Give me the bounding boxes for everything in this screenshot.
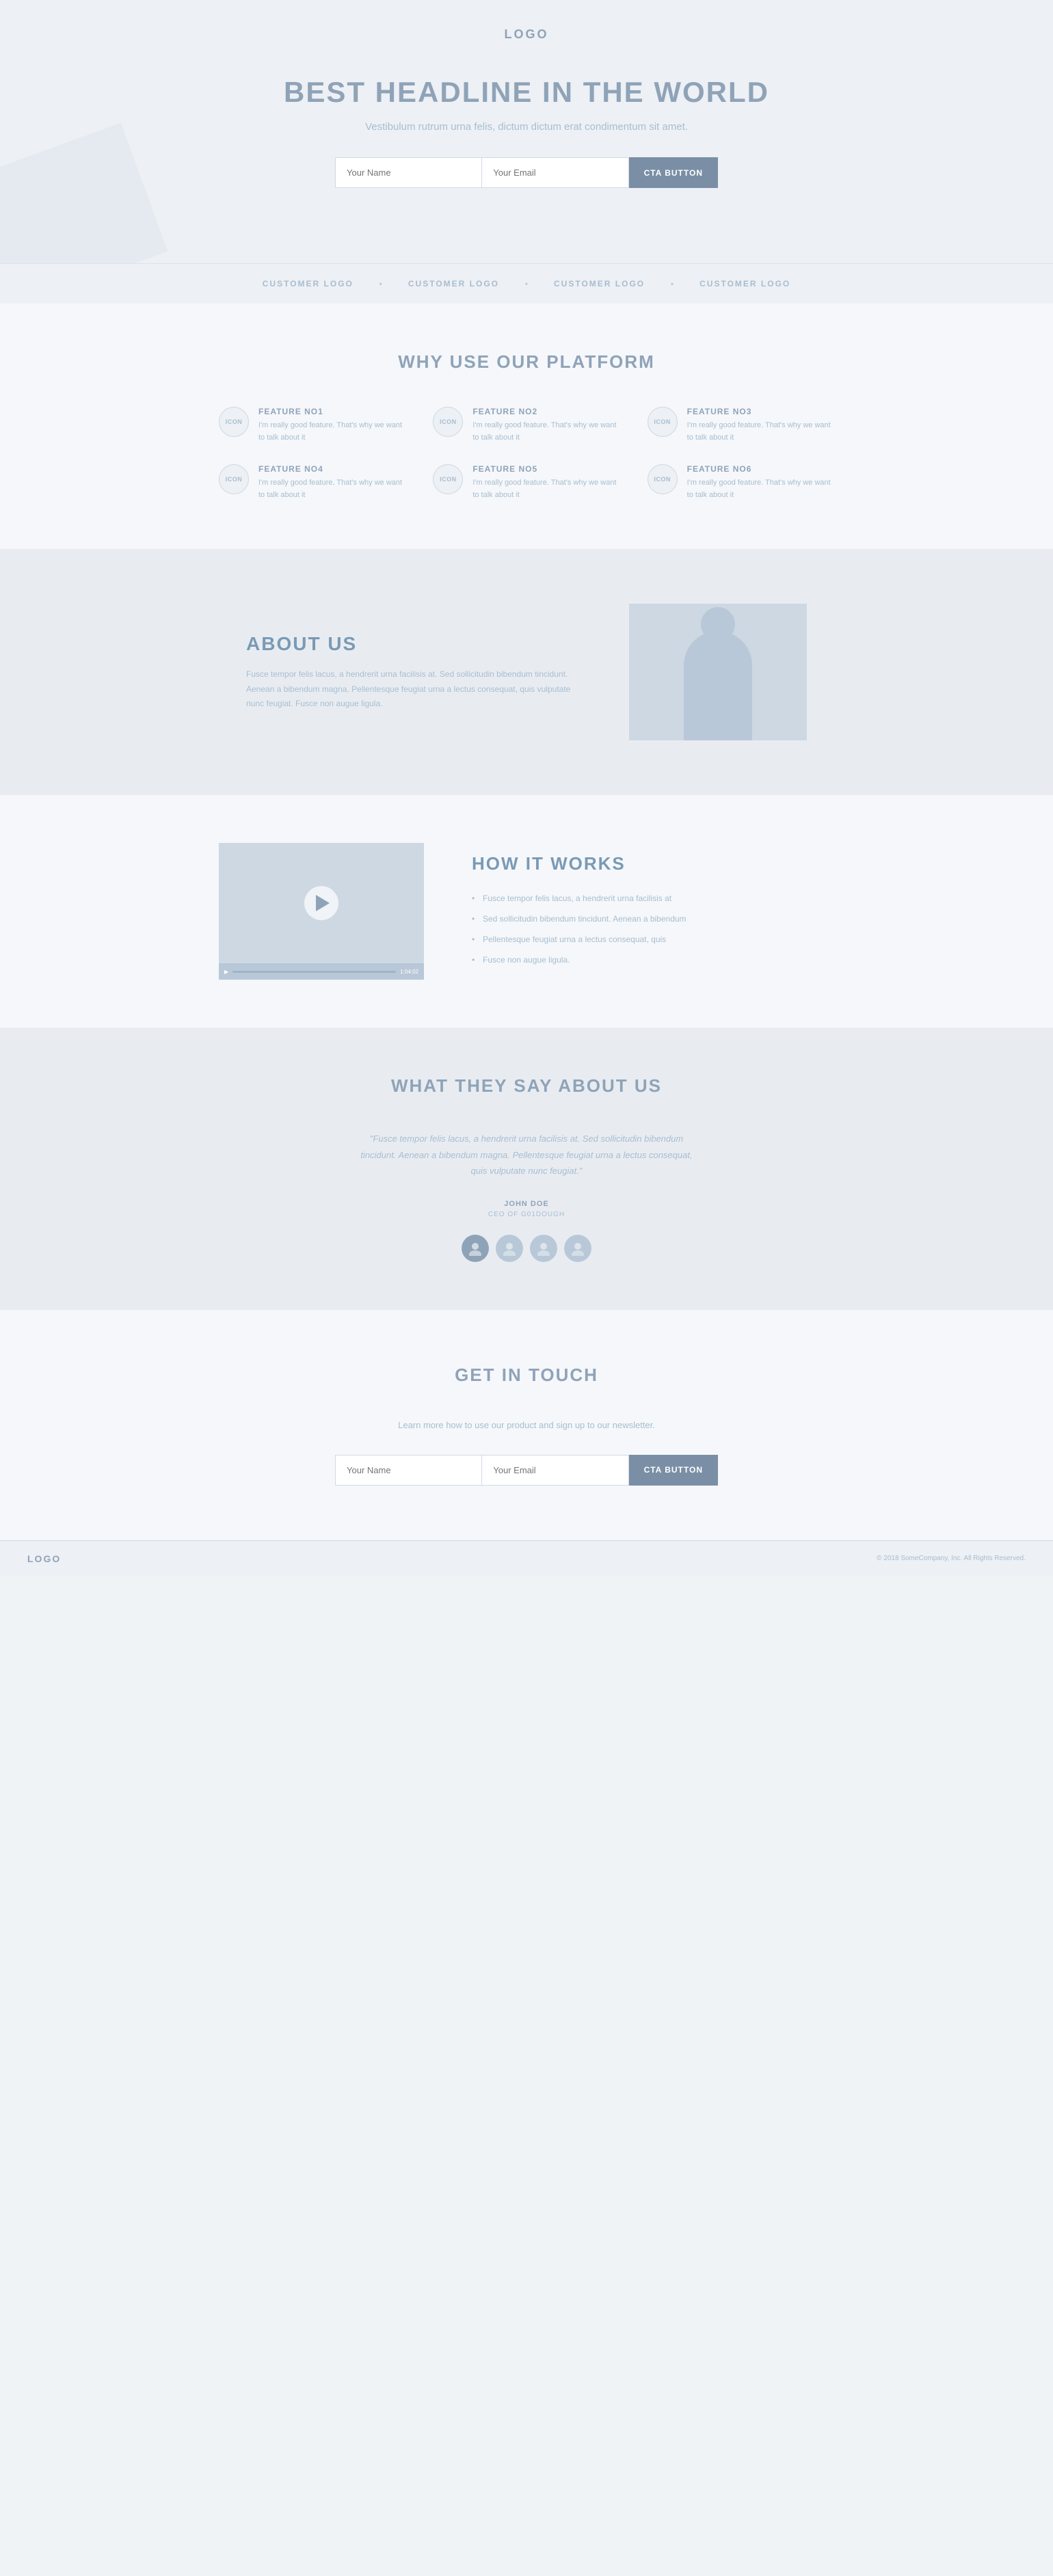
feature-desc-3: I'm really good feature. That's why we w… <box>687 420 834 444</box>
testimonial-quote: "Fusce tempor felis lacus, a hendrerit u… <box>356 1131 697 1179</box>
howitworks-content: HOW IT WORKS Fusce tempor felis lacus, a… <box>472 853 834 970</box>
feature-desc-6: I'm really good feature. That's why we w… <box>687 477 834 501</box>
contact-name-input[interactable] <box>335 1455 481 1486</box>
avatar-4[interactable] <box>564 1235 591 1262</box>
footer-copyright: © 2018 SomeCompany, Inc. All Rights Rese… <box>877 1555 1026 1562</box>
howitworks-title: HOW IT WORKS <box>472 853 834 874</box>
testimonials-section: WHAT THEY SAY ABOUT US "Fusce tempor fel… <box>0 1028 1053 1309</box>
person-silhouette-left <box>636 665 684 740</box>
about-section: ABOUT US Fusce tempor felis lacus, a hen… <box>0 549 1053 795</box>
video-time: 1:04:02 <box>400 969 418 975</box>
hero-form: CTA BUTTON <box>335 157 718 188</box>
feature-icon-2: ICON <box>433 407 463 437</box>
avatar-3[interactable] <box>530 1235 557 1262</box>
howitworks-item-1: Fusce tempor felis lacus, a hendrerit ur… <box>472 888 834 909</box>
hero-subtext: Vestibulum rutrum urna felis, dictum dic… <box>14 121 1039 133</box>
features-section: WHY USE OUR PLATFORM ICON FEATURE NO1 I'… <box>0 304 1053 549</box>
about-text: Fusce tempor felis lacus, a hendrerit ur… <box>246 667 574 712</box>
contact-section-title: GET IN TOUCH <box>27 1365 1026 1386</box>
about-title: ABOUT US <box>246 633 574 655</box>
feature-item-4: ICON FEATURE NO4 I'm really good feature… <box>219 464 405 501</box>
contact-email-input[interactable] <box>481 1455 628 1486</box>
feature-icon-1: ICON <box>219 407 249 437</box>
logos-bar: CUSTOMER LOGO CUSTOMER LOGO CUSTOMER LOG… <box>0 263 1053 304</box>
hero-cta-button[interactable]: CTA BUTTON <box>629 157 718 188</box>
customer-logo-1: CUSTOMER LOGO <box>235 279 381 289</box>
howitworks-inner: ▶ 1:04:02 HOW IT WORKS Fusce tempor feli… <box>219 843 834 980</box>
about-inner: ABOUT US Fusce tempor felis lacus, a hen… <box>219 549 834 795</box>
customer-logo-2: CUSTOMER LOGO <box>381 279 526 289</box>
feature-title-6: FEATURE NO6 <box>687 464 834 474</box>
about-image-placeholder <box>629 604 807 740</box>
feature-title-4: FEATURE NO4 <box>258 464 405 474</box>
avatar-icon-1 <box>468 1241 483 1256</box>
feature-text-2: FEATURE NO2 I'm really good feature. Tha… <box>472 407 619 444</box>
features-section-title: WHY USE OUR PLATFORM <box>41 351 1012 373</box>
about-image <box>629 604 807 740</box>
hero-section: LOGO BEST HEADLINE IN THE WORLD Vestibul… <box>0 0 1053 263</box>
customer-logo-4: CUSTOMER LOGO <box>672 279 818 289</box>
person-silhouette-center <box>684 631 752 740</box>
feature-desc-1: I'm really good feature. That's why we w… <box>258 420 405 444</box>
feature-text-5: FEATURE NO5 I'm really good feature. Tha… <box>472 464 619 501</box>
avatar-icon-2 <box>502 1241 517 1256</box>
contact-cta-button[interactable]: CTA BUTTON <box>629 1455 718 1486</box>
howitworks-item-4: Fusce non augue ligula. <box>472 950 834 970</box>
contact-form: CTA BUTTON <box>335 1455 718 1486</box>
howitworks-list: Fusce tempor felis lacus, a hendrerit ur… <box>472 888 834 970</box>
contact-subtitle: Learn more how to use our product and si… <box>27 1420 1026 1430</box>
feature-icon-6: ICON <box>648 464 678 494</box>
play-icon <box>316 895 330 911</box>
video-placeholder: ▶ 1:04:02 <box>219 843 424 980</box>
video-main <box>219 843 424 963</box>
feature-text-3: FEATURE NO3 I'm really good feature. Tha… <box>687 407 834 444</box>
feature-item-3: ICON FEATURE NO3 I'm really good feature… <box>648 407 834 444</box>
avatar-icon-3 <box>536 1241 551 1256</box>
about-content: ABOUT US Fusce tempor felis lacus, a hen… <box>246 633 574 712</box>
avatar-icon-4 <box>570 1241 585 1256</box>
feature-title-5: FEATURE NO5 <box>472 464 619 474</box>
feature-desc-4: I'm really good feature. That's why we w… <box>258 477 405 501</box>
video-controls: ▶ 1:04:02 <box>219 963 424 980</box>
features-grid: ICON FEATURE NO1 I'm really good feature… <box>219 407 834 501</box>
howitworks-item-3: Pellentesque feugiat urna a lectus conse… <box>472 929 834 950</box>
avatar-2[interactable] <box>496 1235 523 1262</box>
testimonials-title: WHAT THEY SAY ABOUT US <box>27 1075 1026 1097</box>
feature-icon-5: ICON <box>433 464 463 494</box>
feature-title-2: FEATURE NO2 <box>472 407 619 416</box>
contact-section: GET IN TOUCH Learn more how to use our p… <box>0 1310 1053 1540</box>
feature-item-2: ICON FEATURE NO2 I'm really good feature… <box>433 407 619 444</box>
footer: LOGO © 2018 SomeCompany, Inc. All Rights… <box>0 1540 1053 1577</box>
play-icon-small: ▶ <box>224 969 228 975</box>
feature-desc-5: I'm really good feature. That's why we w… <box>472 477 619 501</box>
feature-text-6: FEATURE NO6 I'm really good feature. Tha… <box>687 464 834 501</box>
feature-text-1: FEATURE NO1 I'm really good feature. Tha… <box>258 407 405 444</box>
hero-name-input[interactable] <box>335 157 481 188</box>
hero-headline: BEST HEADLINE IN THE WORLD <box>14 76 1039 109</box>
testimonial-avatars <box>27 1235 1026 1262</box>
customer-logo-3: CUSTOMER LOGO <box>526 279 672 289</box>
feature-item-1: ICON FEATURE NO1 I'm really good feature… <box>219 407 405 444</box>
testimonial-author: JOHN DOE <box>27 1200 1026 1208</box>
feature-icon-4: ICON <box>219 464 249 494</box>
feature-title-3: FEATURE NO3 <box>687 407 834 416</box>
header-logo: LOGO <box>14 27 1039 42</box>
footer-logo: LOGO <box>27 1553 61 1564</box>
feature-item-6: ICON FEATURE NO6 I'm really good feature… <box>648 464 834 501</box>
hero-email-input[interactable] <box>481 157 628 188</box>
howitworks-section: ▶ 1:04:02 HOW IT WORKS Fusce tempor feli… <box>0 795 1053 1028</box>
howitworks-item-2: Sed sollicitudin bibendum tincidunt. Aen… <box>472 909 834 929</box>
avatar-1[interactable] <box>462 1235 489 1262</box>
play-button[interactable] <box>304 886 338 920</box>
feature-icon-3: ICON <box>648 407 678 437</box>
feature-desc-2: I'm really good feature. That's why we w… <box>472 420 619 444</box>
feature-text-4: FEATURE NO4 I'm really good feature. Tha… <box>258 464 405 501</box>
video-progress-bar[interactable] <box>232 971 396 973</box>
feature-item-5: ICON FEATURE NO5 I'm really good feature… <box>433 464 619 501</box>
testimonial-role: CEO OF G01DOUGH <box>27 1211 1026 1218</box>
feature-title-1: FEATURE NO1 <box>258 407 405 416</box>
person-silhouette-right <box>752 665 800 740</box>
